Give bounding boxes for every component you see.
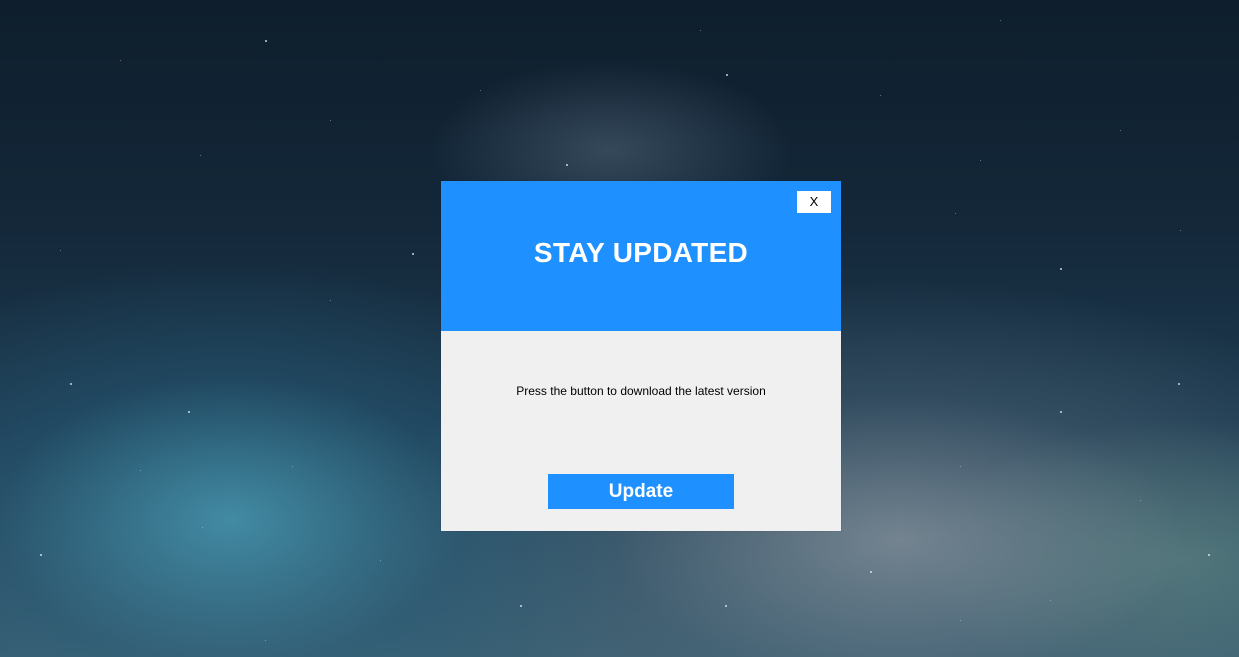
close-button[interactable]: X [797, 191, 831, 213]
popup-title: STAY UPDATED [533, 237, 749, 268]
popup-header: X STAY UPDATED [441, 181, 841, 331]
update-popup-dialog: X STAY UPDATED Press the button to downl… [441, 181, 841, 531]
update-button[interactable]: Update [548, 474, 734, 509]
popup-message: Press the button to download the latest … [516, 384, 766, 398]
